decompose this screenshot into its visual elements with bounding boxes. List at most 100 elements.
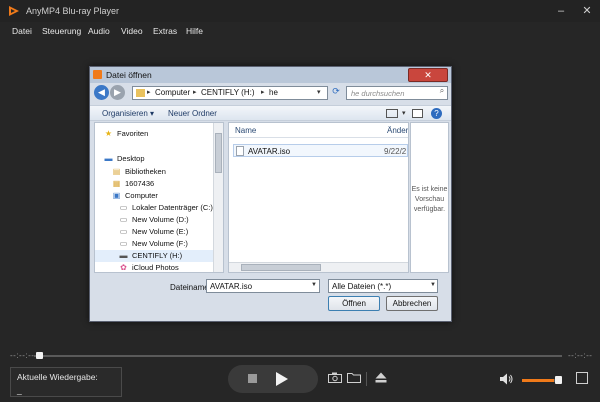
breadcrumb-computer[interactable]: Computer — [155, 88, 190, 97]
app-titlebar: AnyMP4 Blu-ray Player – ✕ — [0, 0, 600, 22]
volume-icon[interactable] — [500, 373, 514, 388]
now-playing-box: Aktuelle Wiedergabe: _ — [10, 367, 122, 397]
progress-knob[interactable] — [36, 352, 43, 359]
play-icon[interactable] — [276, 372, 288, 386]
address-folder-icon — [136, 89, 145, 97]
user-folder-icon: ▦ — [112, 179, 121, 188]
file-type-dropdown-icon[interactable]: ▼ — [430, 282, 436, 288]
nav-item-drive-e[interactable]: ▭ New Volume (E:) — [95, 226, 213, 238]
nav-item-drive-f[interactable]: ▭ New Volume (F:) — [95, 238, 213, 250]
drive-icon: ▭ — [119, 215, 128, 224]
volume-slider-fill — [522, 379, 555, 382]
nav-item-favorites[interactable]: ★ Favoriten — [95, 128, 213, 140]
snapshot-icon[interactable] — [327, 372, 343, 386]
close-icon[interactable]: ✕ — [578, 2, 596, 20]
nav-item-drive-h[interactable]: ▬ CENTIFLY (H:) — [95, 250, 213, 262]
dialog-titlebar: Datei öffnen ✕ — [90, 67, 451, 83]
navigation-pane: ★ Favoriten ▬ Desktop ▤ Bibliotheken ▦ 1… — [94, 122, 224, 273]
preview-pane: Es ist keine Vorschau verfügbar. — [410, 122, 449, 273]
file-date: 9/22/2 — [384, 147, 407, 156]
computer-icon: ▣ — [112, 191, 121, 200]
now-playing-value: _ — [17, 385, 22, 395]
drive-icon: ▭ — [119, 239, 128, 248]
filename-label: Dateiname: — [170, 283, 211, 292]
app-logo-icon — [9, 6, 19, 16]
nav-item-drive-d[interactable]: ▭ New Volume (D:) — [95, 214, 213, 226]
drive-icon: ▭ — [119, 227, 128, 236]
dialog-app-icon — [93, 70, 102, 79]
file-type-select[interactable]: Alle Dateien (*.*) — [328, 279, 438, 293]
file-name: AVATAR.iso — [248, 147, 291, 156]
address-bar[interactable]: ▸ Computer ▸ CENTIFLY (H:) ▸ he ▾ — [132, 86, 328, 100]
menu-extras[interactable]: Extras — [153, 26, 177, 36]
search-input[interactable]: he durchsuchen — [346, 86, 448, 100]
nav-item-icloud[interactable]: ✿ iCloud Photos — [95, 262, 213, 272]
nav-item-drive-c[interactable]: ▭ Lokaler Datenträger (C:) — [95, 202, 213, 214]
menu-audio[interactable]: Audio — [88, 26, 110, 36]
now-playing-label: Aktuelle Wiedergabe: — [17, 372, 98, 382]
transport-controls — [228, 365, 318, 393]
fullscreen-icon[interactable] — [576, 372, 588, 384]
progress-track[interactable] — [34, 355, 562, 357]
volume-slider-knob[interactable] — [555, 376, 562, 384]
menu-steuerung[interactable]: Steuerung — [42, 26, 81, 36]
preview-message: Es ist keine Vorschau verfügbar. — [411, 186, 448, 213]
star-icon: ★ — [104, 129, 113, 138]
menu-video[interactable]: Video — [121, 26, 143, 36]
column-header-name[interactable]: Name — [235, 126, 256, 135]
view-dropdown-icon[interactable]: ▾ — [402, 109, 406, 117]
address-dropdown-icon[interactable]: ▾ — [317, 88, 321, 96]
toolbar-divider — [366, 372, 367, 386]
column-header-date[interactable]: Änder — [387, 126, 408, 135]
open-button[interactable]: Öffnen — [328, 296, 380, 311]
breadcrumb-separator-icon: ▸ — [261, 89, 265, 96]
preview-pane-icon[interactable] — [412, 109, 423, 118]
nav-item-computer[interactable]: ▣ Computer — [95, 190, 213, 202]
filename-input[interactable]: AVATAR.iso — [206, 279, 320, 293]
stop-icon[interactable] — [248, 374, 257, 383]
address-row: ◀ ▶ ▸ Computer ▸ CENTIFLY (H:) ▸ he ▾ ⟳ … — [94, 85, 448, 103]
file-list-scroll-thumb[interactable] — [241, 264, 321, 271]
nav-item-libraries[interactable]: ▤ Bibliotheken — [95, 166, 213, 178]
forward-arrow-icon[interactable]: ▶ — [110, 85, 125, 100]
command-bar: Organisieren ▾ Neuer Ordner ▾ ? — [90, 105, 451, 121]
nav-item-desktop[interactable]: ▬ Desktop — [95, 153, 213, 165]
eject-icon[interactable] — [373, 372, 389, 386]
file-open-dialog: Datei öffnen ✕ ◀ ▶ ▸ Computer ▸ CENTIFLY… — [89, 66, 452, 322]
nav-item-user[interactable]: ▦ 1607436 — [95, 178, 213, 190]
breadcrumb-folder[interactable]: he — [269, 88, 278, 97]
back-arrow-icon[interactable]: ◀ — [94, 85, 109, 100]
help-icon[interactable]: ? — [431, 108, 442, 119]
file-list-pane: Name Änder AVATAR.iso 9/22/2 — [228, 122, 409, 273]
remaining-time: --:--:-- — [568, 351, 593, 360]
dialog-close-button[interactable]: ✕ — [408, 68, 448, 82]
minimize-icon[interactable]: – — [552, 2, 570, 20]
filename-dropdown-icon[interactable]: ▼ — [311, 282, 317, 288]
refresh-icon[interactable]: ⟳ — [330, 86, 342, 100]
icloud-icon: ✿ — [120, 263, 127, 272]
cancel-button[interactable]: Abbrechen — [386, 296, 438, 311]
usb-drive-icon: ▬ — [119, 251, 128, 260]
nav-pane-scrollbar[interactable] — [213, 123, 223, 272]
organize-button[interactable]: Organisieren ▾ — [102, 109, 154, 118]
breadcrumb-drive[interactable]: CENTIFLY (H:) — [201, 88, 254, 97]
breadcrumb-separator-icon: ▸ — [193, 89, 197, 96]
app-title: AnyMP4 Blu-ray Player — [26, 6, 120, 16]
column-header-divider — [229, 137, 408, 138]
menu-hilfe[interactable]: Hilfe — [186, 26, 203, 36]
file-icon — [236, 146, 244, 156]
menu-datei[interactable]: Datei — [12, 26, 32, 36]
drive-icon: ▭ — [119, 203, 128, 212]
nav-pane-scroll-thumb[interactable] — [215, 133, 222, 173]
dialog-title: Datei öffnen — [106, 70, 152, 80]
library-icon: ▤ — [112, 167, 121, 176]
view-options-icon[interactable] — [386, 109, 398, 118]
desktop-icon: ▬ — [104, 154, 113, 163]
menu-bar: Datei Steuerung Audio Video Extras Hilfe — [0, 22, 600, 40]
elapsed-time: --:--:-- — [10, 351, 35, 360]
folder-icon[interactable] — [346, 372, 362, 386]
search-icon[interactable]: ⌕ — [436, 86, 448, 100]
file-row[interactable]: AVATAR.iso 9/22/2 — [233, 144, 408, 157]
file-list-scrollbar[interactable] — [229, 262, 408, 272]
new-folder-button[interactable]: Neuer Ordner — [168, 109, 217, 118]
